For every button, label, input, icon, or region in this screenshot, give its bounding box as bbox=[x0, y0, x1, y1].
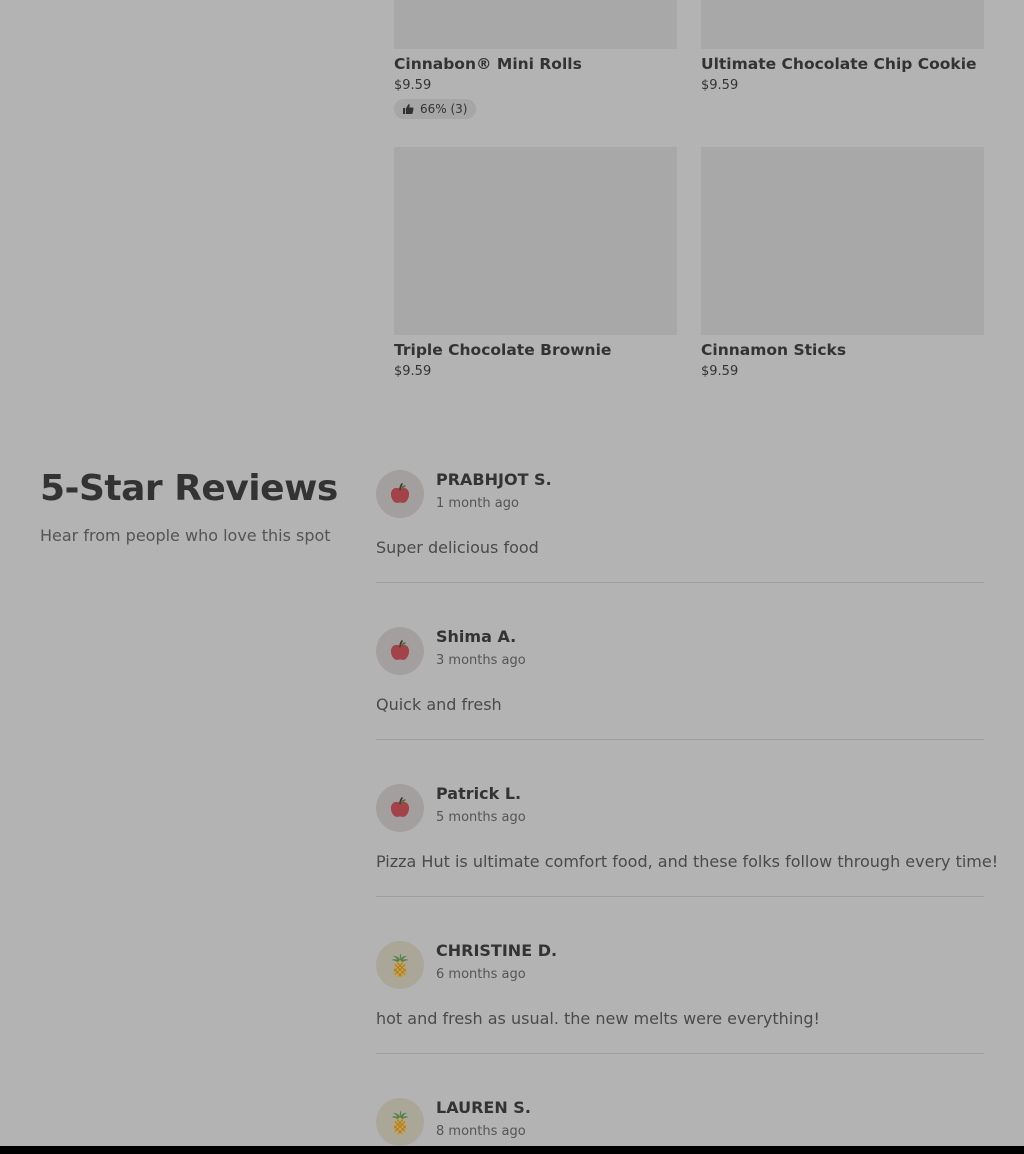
review-time: 1 month ago bbox=[436, 496, 519, 511]
menu-item-card[interactable]: Cinnabon® Mini Rolls $9.59 66% (3) bbox=[394, 0, 677, 119]
review-text: Quick and fresh bbox=[376, 695, 502, 714]
divider bbox=[376, 582, 984, 583]
menu-item-name: Cinnabon® Mini Rolls bbox=[394, 55, 582, 73]
menu-item-card[interactable]: Ultimate Chocolate Chip Cookie $9.59 bbox=[701, 0, 984, 93]
divider bbox=[376, 739, 984, 740]
rating-text: 66% (3) bbox=[420, 102, 468, 116]
review-author: CHRISTINE D. bbox=[436, 941, 558, 960]
menu-item-card[interactable]: Cinnamon Sticks $9.59 bbox=[701, 147, 984, 379]
menu-item-price: $9.59 bbox=[394, 364, 432, 379]
review-text: Super delicious food bbox=[376, 538, 539, 557]
menu-item-image[interactable] bbox=[394, 0, 677, 49]
rating-badge: 66% (3) bbox=[394, 99, 477, 119]
review-author: Shima A. bbox=[436, 627, 517, 646]
review-author: Patrick L. bbox=[436, 784, 522, 803]
menu-item-price: $9.59 bbox=[701, 78, 739, 93]
pineapple-icon bbox=[376, 941, 424, 989]
reviews-subtitle: Hear from people who love this spot bbox=[40, 526, 331, 545]
menu-item-image[interactable] bbox=[701, 147, 984, 335]
review-text: Pizza Hut is ultimate comfort food, and … bbox=[376, 852, 999, 871]
apple-icon bbox=[376, 470, 424, 518]
apple-icon bbox=[376, 784, 424, 832]
menu-item-image[interactable] bbox=[394, 147, 677, 335]
menu-item-name: Triple Chocolate Brownie bbox=[394, 341, 612, 359]
thumbs-up-icon bbox=[402, 103, 414, 115]
review-time: 3 months ago bbox=[436, 653, 526, 668]
divider bbox=[376, 1053, 984, 1054]
menu-item-name: Cinnamon Sticks bbox=[701, 341, 847, 359]
review-author: LAUREN S. bbox=[436, 1098, 531, 1117]
menu-item-image[interactable] bbox=[701, 0, 984, 49]
review-time: 6 months ago bbox=[436, 967, 526, 982]
review-author: PRABHJOT S. bbox=[436, 470, 552, 489]
divider bbox=[376, 896, 984, 897]
reviews-title: 5-Star Reviews bbox=[40, 468, 338, 509]
menu-item-price: $9.59 bbox=[394, 78, 432, 93]
bottom-edge-bar bbox=[0, 1146, 1024, 1154]
review-text: hot and fresh as usual. the new melts we… bbox=[376, 1009, 820, 1028]
apple-icon bbox=[376, 627, 424, 675]
menu-item-card[interactable]: Triple Chocolate Brownie $9.59 bbox=[394, 147, 677, 379]
review-time: 8 months ago bbox=[436, 1124, 526, 1139]
menu-item-name: Ultimate Chocolate Chip Cookie bbox=[701, 55, 977, 73]
pineapple-icon bbox=[376, 1098, 424, 1146]
menu-item-price: $9.59 bbox=[701, 364, 739, 379]
review-time: 5 months ago bbox=[436, 810, 526, 825]
